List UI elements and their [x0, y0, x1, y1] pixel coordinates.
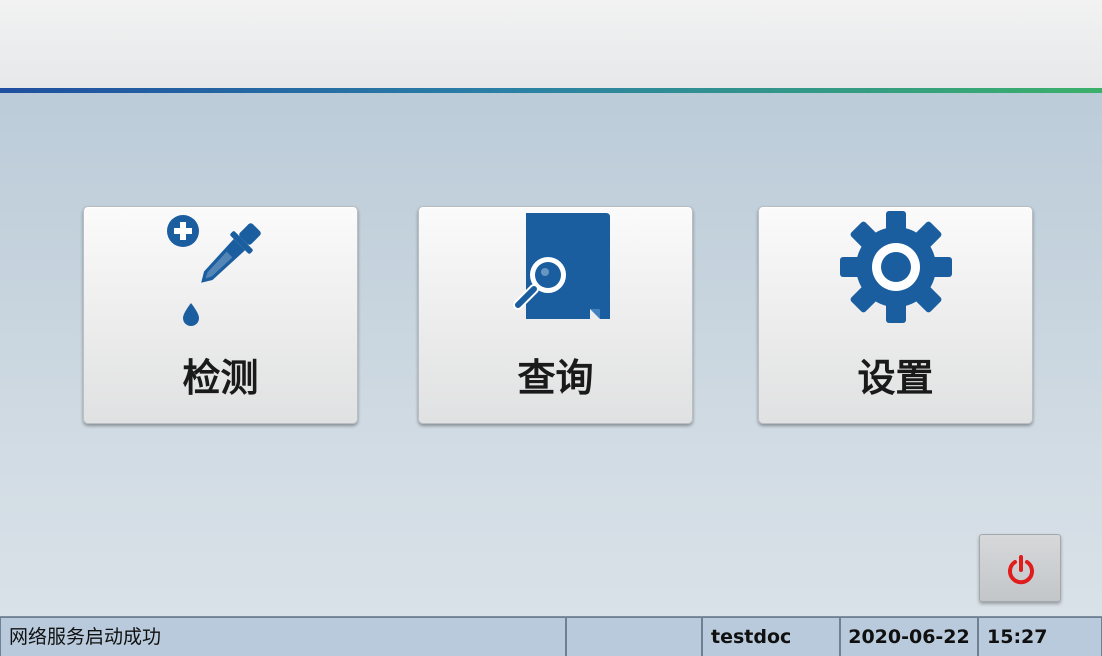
status-empty-cell — [566, 617, 702, 656]
detect-button[interactable]: 检测 — [83, 206, 358, 424]
gear-icon — [836, 211, 956, 327]
detect-label: 检测 — [182, 356, 259, 400]
power-icon — [1008, 555, 1034, 585]
status-time: 15:27 — [978, 617, 1102, 656]
status-message: 网络服务启动成功 — [0, 617, 566, 656]
top-bar — [0, 0, 1102, 88]
settings-label: 设置 — [857, 356, 934, 400]
status-date: 2020-06-22 — [840, 617, 978, 656]
query-button[interactable]: 查询 — [418, 206, 693, 424]
query-label: 查询 — [517, 356, 594, 400]
top-accent-line — [0, 88, 1102, 93]
document-search-icon — [496, 211, 616, 327]
power-button[interactable] — [979, 534, 1061, 602]
status-user: testdoc — [702, 617, 840, 656]
dropper-plus-icon — [161, 211, 281, 327]
status-bar: 网络服务启动成功 testdoc 2020-06-22 15:27 — [0, 616, 1102, 656]
settings-button[interactable]: 设置 — [758, 206, 1033, 424]
